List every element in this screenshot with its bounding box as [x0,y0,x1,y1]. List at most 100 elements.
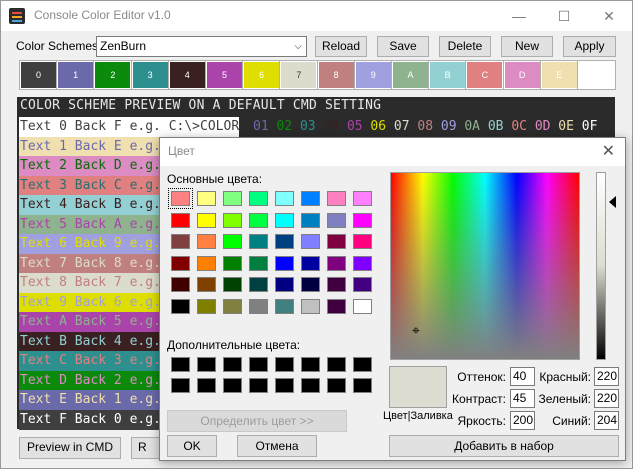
custom-color-cell[interactable] [223,357,242,372]
color-swatch[interactable]: D [502,60,542,90]
color-swatch[interactable]: 9 [353,60,393,90]
basic-color-cell[interactable] [249,234,268,249]
delete-button[interactable]: Delete [439,36,491,57]
basic-color-cell[interactable] [353,255,372,271]
custom-color-cell[interactable] [327,357,346,372]
basic-color-cell[interactable] [275,234,294,249]
basic-color-cell[interactable] [327,191,346,206]
color-swatch[interactable]: 7 [279,60,319,90]
color-swatch[interactable]: 5 [205,60,244,90]
save-button[interactable]: Save [377,36,429,57]
basic-color-cell[interactable] [249,277,268,292]
basic-color-cell[interactable] [168,188,193,209]
basic-color-cell[interactable] [327,255,346,271]
basic-color-cell[interactable] [301,298,320,314]
green-input[interactable]: 220 [594,389,619,408]
color-swatch[interactable]: 0 [19,60,58,90]
color-swatch[interactable]: C [465,60,505,90]
color-swatch[interactable]: A [391,60,430,90]
color-swatch[interactable]: 1 [56,60,96,90]
basic-color-cell[interactable] [353,298,372,314]
basic-color-cell[interactable] [353,277,372,292]
basic-color-cell[interactable] [301,234,320,249]
color-swatch[interactable]: 4 [167,60,207,90]
color-swatch[interactable]: 8 [316,60,356,90]
basic-color-cell[interactable] [171,234,190,249]
dialog-title-bar[interactable]: Цвет ✕ [160,138,625,166]
hue-input[interactable]: 40 [510,367,535,386]
custom-color-cell[interactable] [223,378,242,393]
basic-color-cell[interactable] [197,298,216,314]
ok-button[interactable]: OK [167,435,217,457]
basic-color-cell[interactable] [301,277,320,292]
basic-color-cell[interactable] [327,212,346,228]
custom-color-cell[interactable] [249,378,268,393]
custom-color-cell[interactable] [275,357,294,372]
color-swatch[interactable]: 3 [130,60,170,90]
custom-color-cell[interactable] [249,357,268,372]
basic-color-cell[interactable] [327,234,346,249]
basic-color-cell[interactable] [353,212,372,228]
cancel-button[interactable]: Отмена [237,435,317,457]
luminance-slider[interactable] [596,172,606,360]
basic-color-cell[interactable] [197,255,216,271]
color-swatch[interactable] [577,60,616,90]
basic-color-cell[interactable] [275,191,294,206]
basic-color-cell[interactable] [275,298,294,314]
basic-color-cell[interactable] [171,212,190,228]
basic-color-cell[interactable] [223,234,242,249]
close-icon[interactable]: ✕ [586,1,632,31]
basic-color-cell[interactable] [249,212,268,228]
basic-color-cell[interactable] [275,212,294,228]
maximize-icon[interactable]: ☐ [541,1,587,31]
basic-color-cell[interactable] [275,255,294,271]
basic-color-cell[interactable] [353,234,372,249]
basic-color-cell[interactable] [197,191,216,206]
define-custom-color-button[interactable]: Определить цвет >> [167,410,347,432]
custom-color-cell[interactable] [327,378,346,393]
preview-in-cmd-button[interactable]: Preview in CMD [19,437,121,459]
sat-input[interactable]: 45 [510,389,535,408]
basic-color-cell[interactable] [249,298,268,314]
custom-color-cell[interactable] [301,378,320,393]
basic-color-cell[interactable] [171,298,190,314]
color-swatch[interactable]: 2 [93,60,133,90]
basic-color-cell[interactable] [327,298,346,314]
color-swatch[interactable]: E [539,60,579,90]
basic-color-cell[interactable] [223,277,242,292]
basic-color-cell[interactable] [223,298,242,314]
basic-color-cell[interactable] [275,277,294,292]
basic-color-cell[interactable] [197,212,216,228]
luminance-arrow-icon[interactable] [609,196,616,208]
custom-color-cell[interactable] [197,378,216,393]
basic-color-cell[interactable] [249,191,268,206]
title-bar[interactable]: Console Color Editor v1.0 — ☐ ✕ [1,1,632,31]
basic-color-cell[interactable] [301,255,320,271]
dialog-close-icon[interactable]: ✕ [602,141,615,161]
color-swatch[interactable]: 6 [242,60,282,90]
basic-color-cell[interactable] [197,234,216,249]
basic-color-cell[interactable] [197,277,216,292]
basic-color-cell[interactable] [171,255,190,271]
color-spectrum[interactable]: ⌖ [390,172,580,360]
custom-color-cell[interactable] [353,357,372,372]
basic-color-cell[interactable] [301,191,320,206]
color-scheme-select[interactable]: ZenBurn ⌵ [96,36,307,57]
basic-color-cell[interactable] [353,191,372,206]
add-to-custom-colors-button[interactable]: Добавить в набор [389,435,619,457]
basic-color-cell[interactable] [301,212,320,228]
custom-color-cell[interactable] [171,357,190,372]
basic-color-cell[interactable] [223,212,242,228]
red-input[interactable]: 220 [594,367,619,386]
minimize-icon[interactable]: — [496,1,542,31]
lum-input[interactable]: 200 [510,411,535,430]
basic-color-cell[interactable] [327,277,346,292]
basic-color-cell[interactable] [171,277,190,292]
color-swatch[interactable]: B [428,60,468,90]
custom-color-cell[interactable] [275,378,294,393]
basic-color-cell[interactable] [249,255,268,271]
apply-button[interactable]: Apply [563,36,616,57]
custom-color-cell[interactable] [171,378,190,393]
custom-color-cell[interactable] [301,357,320,372]
basic-color-cell[interactable] [223,191,242,206]
